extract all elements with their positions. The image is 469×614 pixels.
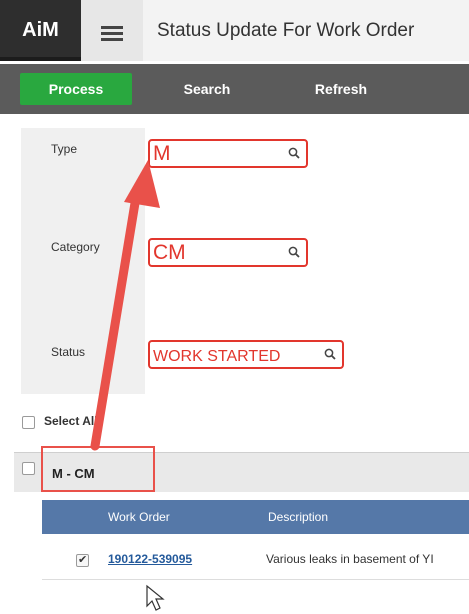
action-toolbar: Process Search Refresh (0, 64, 469, 114)
column-header-description[interactable]: Description (268, 500, 328, 534)
type-label: Type (51, 142, 78, 156)
group-checkbox[interactable] (22, 462, 35, 475)
select-all-label: Select All (44, 414, 98, 428)
grid-header: Work Order Description (42, 500, 469, 534)
aim-logo[interactable]: AiM (0, 0, 81, 61)
annotation-highlight-box (41, 446, 155, 492)
menu-icon[interactable] (81, 0, 143, 61)
mouse-cursor-icon (146, 584, 165, 611)
work-order-link[interactable]: 190122-539095 (108, 552, 192, 566)
select-all-checkbox[interactable] (22, 416, 35, 429)
page-title: Status Update For Work Order (157, 20, 415, 41)
refresh-button[interactable]: Refresh (306, 73, 376, 105)
search-icon[interactable] (324, 348, 336, 360)
type-lookup-field[interactable]: M (148, 139, 308, 168)
row-checkbox[interactable] (76, 553, 89, 567)
column-header-work-order[interactable]: Work Order (108, 500, 170, 534)
search-icon[interactable] (288, 246, 300, 258)
status-label: Status (51, 345, 86, 359)
category-value: CM (153, 241, 186, 264)
search-button[interactable]: Search (172, 73, 242, 105)
work-order-description: Various leaks in basement of YI (266, 552, 434, 566)
status-lookup-field[interactable]: WORK STARTED (148, 340, 344, 369)
category-lookup-field[interactable]: CM (148, 238, 308, 267)
type-value: M (153, 142, 171, 165)
search-icon[interactable] (288, 147, 300, 159)
process-button[interactable]: Process (20, 73, 132, 105)
status-value: WORK STARTED (153, 348, 281, 365)
app-header: AiM Status Update For Work Order (0, 0, 469, 61)
category-label: Category (51, 240, 100, 254)
